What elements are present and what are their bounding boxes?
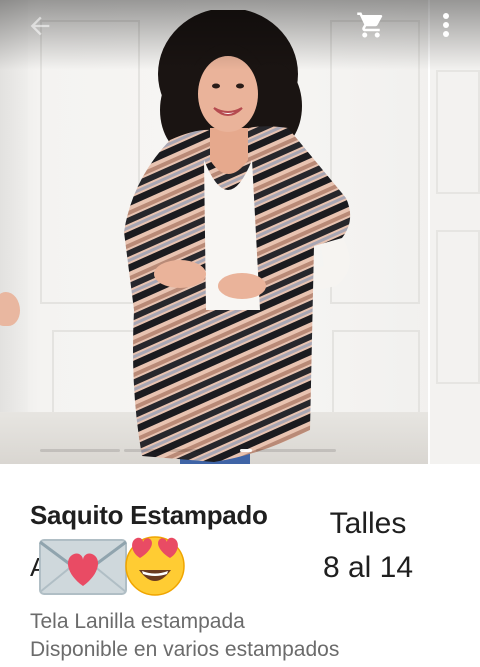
model-photo bbox=[124, 10, 351, 464]
product-screen: Saquito Estampado A Talles 8 al 14 Tela … bbox=[0, 0, 480, 667]
love-letter-emoji bbox=[39, 539, 127, 595]
shopping-cart-icon[interactable] bbox=[356, 10, 386, 40]
gallery-indicator bbox=[40, 449, 120, 452]
toolbar-scrim bbox=[0, 0, 480, 70]
back-arrow-icon[interactable] bbox=[26, 12, 54, 40]
gallery-indicator-active bbox=[124, 449, 204, 452]
product-photo-gallery[interactable] bbox=[0, 0, 480, 464]
heart-eyes-emoji bbox=[125, 536, 185, 596]
gallery-indicator bbox=[256, 449, 336, 452]
gallery-indicator bbox=[240, 449, 252, 452]
sizes-range: 8 al 14 bbox=[322, 551, 414, 584]
sizes-label: Talles bbox=[329, 507, 407, 540]
product-description: Tela Lanilla estampada Disponible en var… bbox=[30, 608, 339, 664]
more-vert-icon[interactable] bbox=[436, 10, 456, 40]
description-line: Disponible en varios estampados bbox=[30, 638, 340, 661]
sizes-info: Talles 8 al 14 bbox=[310, 502, 426, 590]
description-line: Tela Lanilla estampada bbox=[30, 610, 245, 633]
product-title: Saquito Estampado bbox=[30, 500, 268, 530]
